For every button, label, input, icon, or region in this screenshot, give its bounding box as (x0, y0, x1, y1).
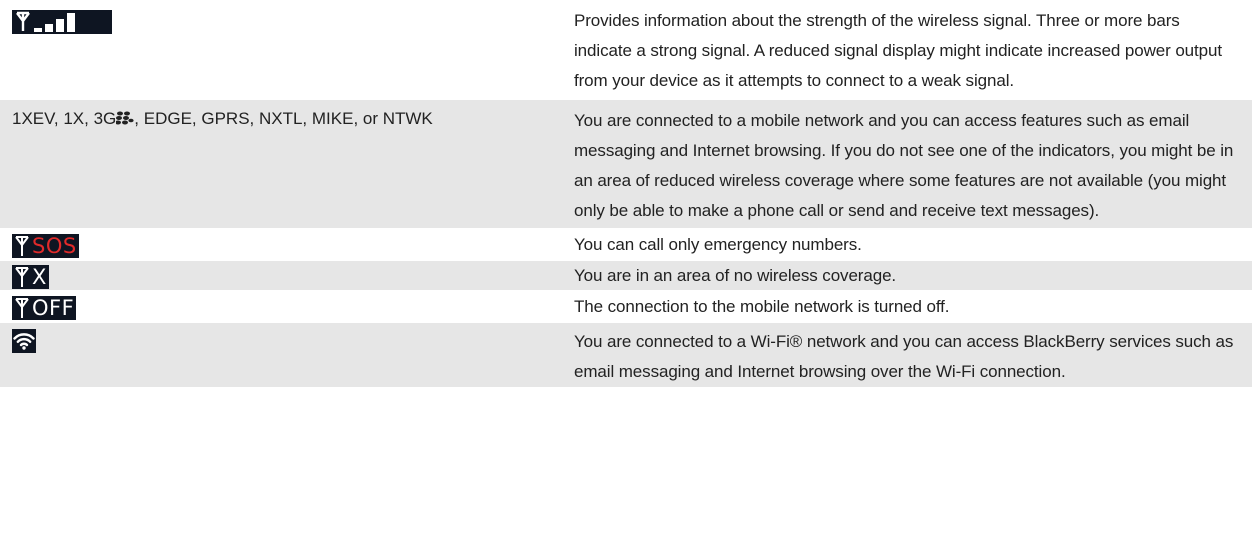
table-row: Provides information about the strength … (0, 0, 1252, 100)
wireless-indicator-table: Provides information about the strength … (0, 0, 1252, 389)
table-row: OFF The connection to the mobile network… (0, 292, 1252, 323)
indicator-cell: OFF (0, 292, 564, 321)
description-text: You can call only emergency numbers. (574, 235, 862, 254)
status-label-off: OFF (32, 296, 75, 321)
signal-bars-svg (16, 11, 75, 32)
indicator-cell (0, 0, 564, 98)
description-cell: You are connected to a Wi-Fi® network an… (564, 323, 1252, 387)
description-text: You are connected to a mobile network an… (574, 111, 1234, 220)
network-indicator-suffix: , EDGE, GPRS, NXTL, MIKE, or NTWK (134, 109, 433, 128)
signal-strength-icon (12, 10, 112, 34)
description-cell: The connection to the mobile network is … (564, 292, 1252, 321)
network-indicator-prefix: 1XEV, 1X, 3G (12, 109, 117, 128)
table-row: You are connected to a Wi-Fi® network an… (0, 323, 1252, 389)
wifi-icon (12, 329, 36, 353)
description-cell: Provides information about the strength … (564, 0, 1252, 98)
indicator-cell: X (0, 261, 564, 290)
indicator-cell: SOS (0, 230, 564, 259)
table-row: 1XEV, 1X, 3G , EDGE, GPRS, NXTL, MIKE, o… (0, 100, 1252, 230)
indicator-cell (0, 323, 564, 387)
table-row: X You are in an area of no wireless cove… (0, 261, 1252, 292)
status-label-x: X (32, 265, 47, 290)
no-coverage-status-icon: X (12, 265, 49, 290)
table-row: SOS You can call only emergency numbers. (0, 230, 1252, 261)
description-cell: You can call only emergency numbers. (564, 230, 1252, 259)
antenna-icon (15, 267, 29, 288)
description-text: Provides information about the strength … (574, 11, 1222, 90)
description-text: The connection to the mobile network is … (574, 297, 950, 316)
antenna-icon (15, 298, 29, 319)
sos-status-icon: SOS (12, 234, 79, 259)
description-cell: You are connected to a mobile network an… (564, 100, 1252, 228)
indicator-cell: 1XEV, 1X, 3G , EDGE, GPRS, NXTL, MIKE, o… (0, 100, 564, 228)
radio-off-status-icon: OFF (12, 296, 77, 321)
network-indicator-list: 1XEV, 1X, 3G , EDGE, GPRS, NXTL, MIKE, o… (12, 104, 552, 134)
status-label-sos: SOS (32, 234, 77, 259)
description-text: You are in an area of no wireless covera… (574, 266, 897, 285)
description-cell: You are in an area of no wireless covera… (564, 261, 1252, 290)
antenna-icon (15, 236, 29, 257)
blackberry-logo-icon (115, 105, 134, 125)
description-text: You are connected to a Wi-Fi® network an… (574, 332, 1234, 381)
